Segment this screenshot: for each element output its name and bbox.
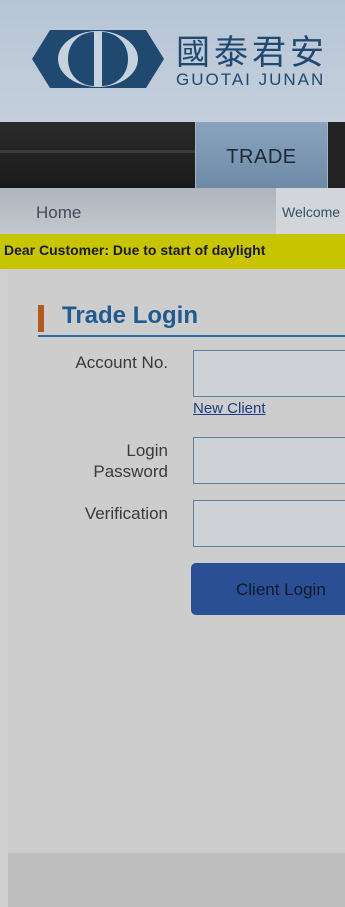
account-label: Account No. (75, 353, 168, 372)
section-title: Trade Login (62, 302, 199, 329)
client-login-button[interactable]: Client Login (191, 563, 345, 615)
tab-next[interactable] (328, 122, 345, 188)
tab-trade-label: TRADE (226, 146, 297, 168)
logo-chinese-name: 國泰君安 (176, 33, 328, 73)
client-login-label: Client Login (236, 580, 326, 599)
welcome-box: Welcome (276, 188, 345, 234)
new-client-link[interactable]: New Client (193, 400, 266, 417)
guotai-logo-icon (32, 30, 164, 88)
logo-english-name: GUOTAI JUNAN (176, 70, 326, 89)
notice-banner: Dear Customer: Due to start of daylight (0, 234, 345, 269)
account-input[interactable] (193, 350, 345, 397)
welcome-text: Welcome (282, 204, 341, 220)
section-accent-bar (38, 305, 44, 332)
main-nav: TRADE (0, 122, 345, 188)
password-input[interactable] (193, 437, 345, 484)
breadcrumb: Home Welcome (0, 188, 345, 234)
panel-footer (8, 853, 345, 907)
password-label-line2: Password (93, 462, 168, 481)
breadcrumb-home[interactable]: Home (36, 203, 81, 223)
section-divider (38, 335, 345, 337)
notice-text: Dear Customer: Due to start of daylight (4, 242, 266, 258)
verification-input[interactable] (193, 500, 345, 547)
tab-trade[interactable]: TRADE (195, 122, 328, 188)
site-header: 國泰君安 GUOTAI JUNAN (0, 0, 345, 122)
password-label-line1: Login (126, 441, 168, 460)
verification-label: Verification (84, 504, 168, 523)
